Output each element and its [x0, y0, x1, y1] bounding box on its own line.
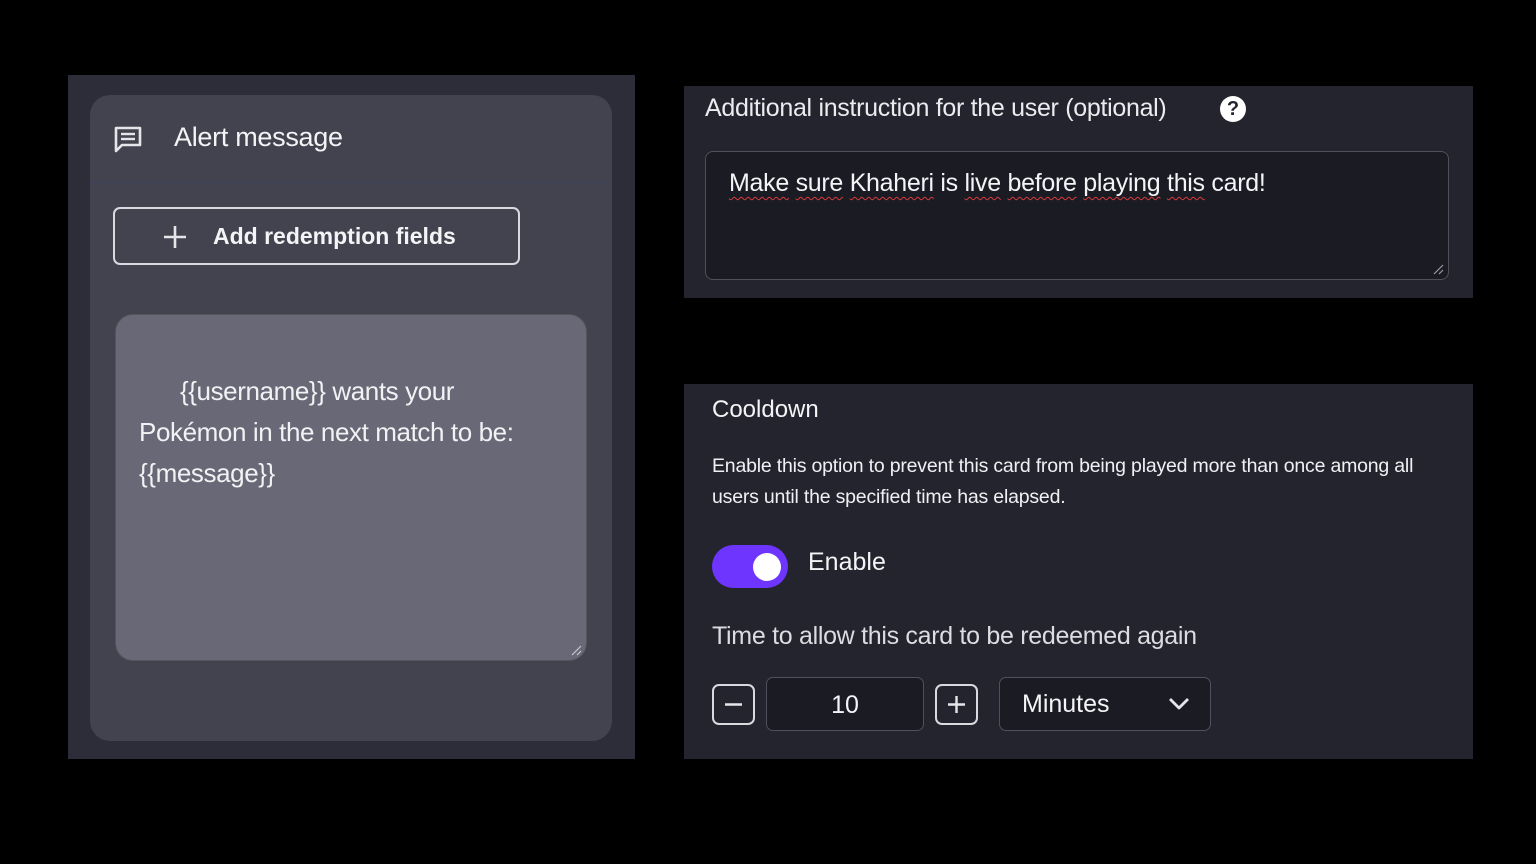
chevron-down-icon [1169, 698, 1189, 710]
cooldown-unit-value: Minutes [1022, 690, 1110, 718]
alert-message-card: Alert message Add redemption fields {{us… [90, 95, 612, 741]
plus-icon [164, 226, 186, 248]
cooldown-title: Cooldown [712, 396, 819, 423]
resize-handle-icon[interactable] [570, 644, 582, 656]
cooldown-unit-select[interactable]: Minutes [999, 677, 1211, 731]
instruction-textarea[interactable]: Make sure Khaheri is live before playing… [705, 151, 1449, 280]
cooldown-enable-toggle[interactable] [712, 545, 788, 588]
decrement-button[interactable] [712, 684, 755, 725]
increment-button[interactable] [935, 684, 978, 725]
add-redemption-fields-button[interactable]: Add redemption fields [113, 207, 520, 265]
instruction-panel: Additional instruction for the user (opt… [684, 86, 1473, 298]
minus-icon [725, 703, 742, 706]
add-redemption-fields-label: Add redemption fields [213, 223, 456, 249]
toggle-knob [753, 553, 781, 581]
cooldown-panel: Cooldown Enable this option to prevent t… [684, 384, 1473, 759]
cooldown-description: Enable this option to prevent this card … [712, 455, 1414, 508]
instruction-word: Khaheri [849, 169, 934, 197]
alert-message-panel: Alert message Add redemption fields {{us… [68, 75, 635, 759]
instruction-word: Make [729, 169, 789, 197]
time-label: Time to allow this card to be redeemed a… [712, 622, 1197, 650]
alert-message-textarea[interactable]: {{username}} wants your Pokémon in the n… [115, 314, 587, 661]
instruction-label: Additional instruction for the user (opt… [705, 94, 1167, 122]
help-icon[interactable]: ? [1220, 96, 1246, 122]
instruction-word: live [964, 169, 1002, 197]
message-icon [114, 126, 142, 153]
instruction-word: this [1167, 169, 1205, 197]
alert-header: Alert message [90, 95, 612, 183]
instruction-word: is [940, 169, 958, 197]
resize-handle-icon[interactable] [1432, 263, 1444, 275]
plus-icon [948, 696, 965, 713]
instruction-word: playing [1083, 169, 1161, 197]
instruction-word: card! [1211, 169, 1266, 197]
enable-label: Enable [808, 548, 886, 576]
alert-message-text: {{username}} wants your Pokémon in the n… [139, 376, 514, 488]
instruction-word: before [1007, 169, 1077, 197]
alert-title: Alert message [174, 122, 343, 152]
instruction-word: sure [795, 169, 844, 197]
cooldown-amount-input[interactable]: 10 [766, 677, 924, 731]
